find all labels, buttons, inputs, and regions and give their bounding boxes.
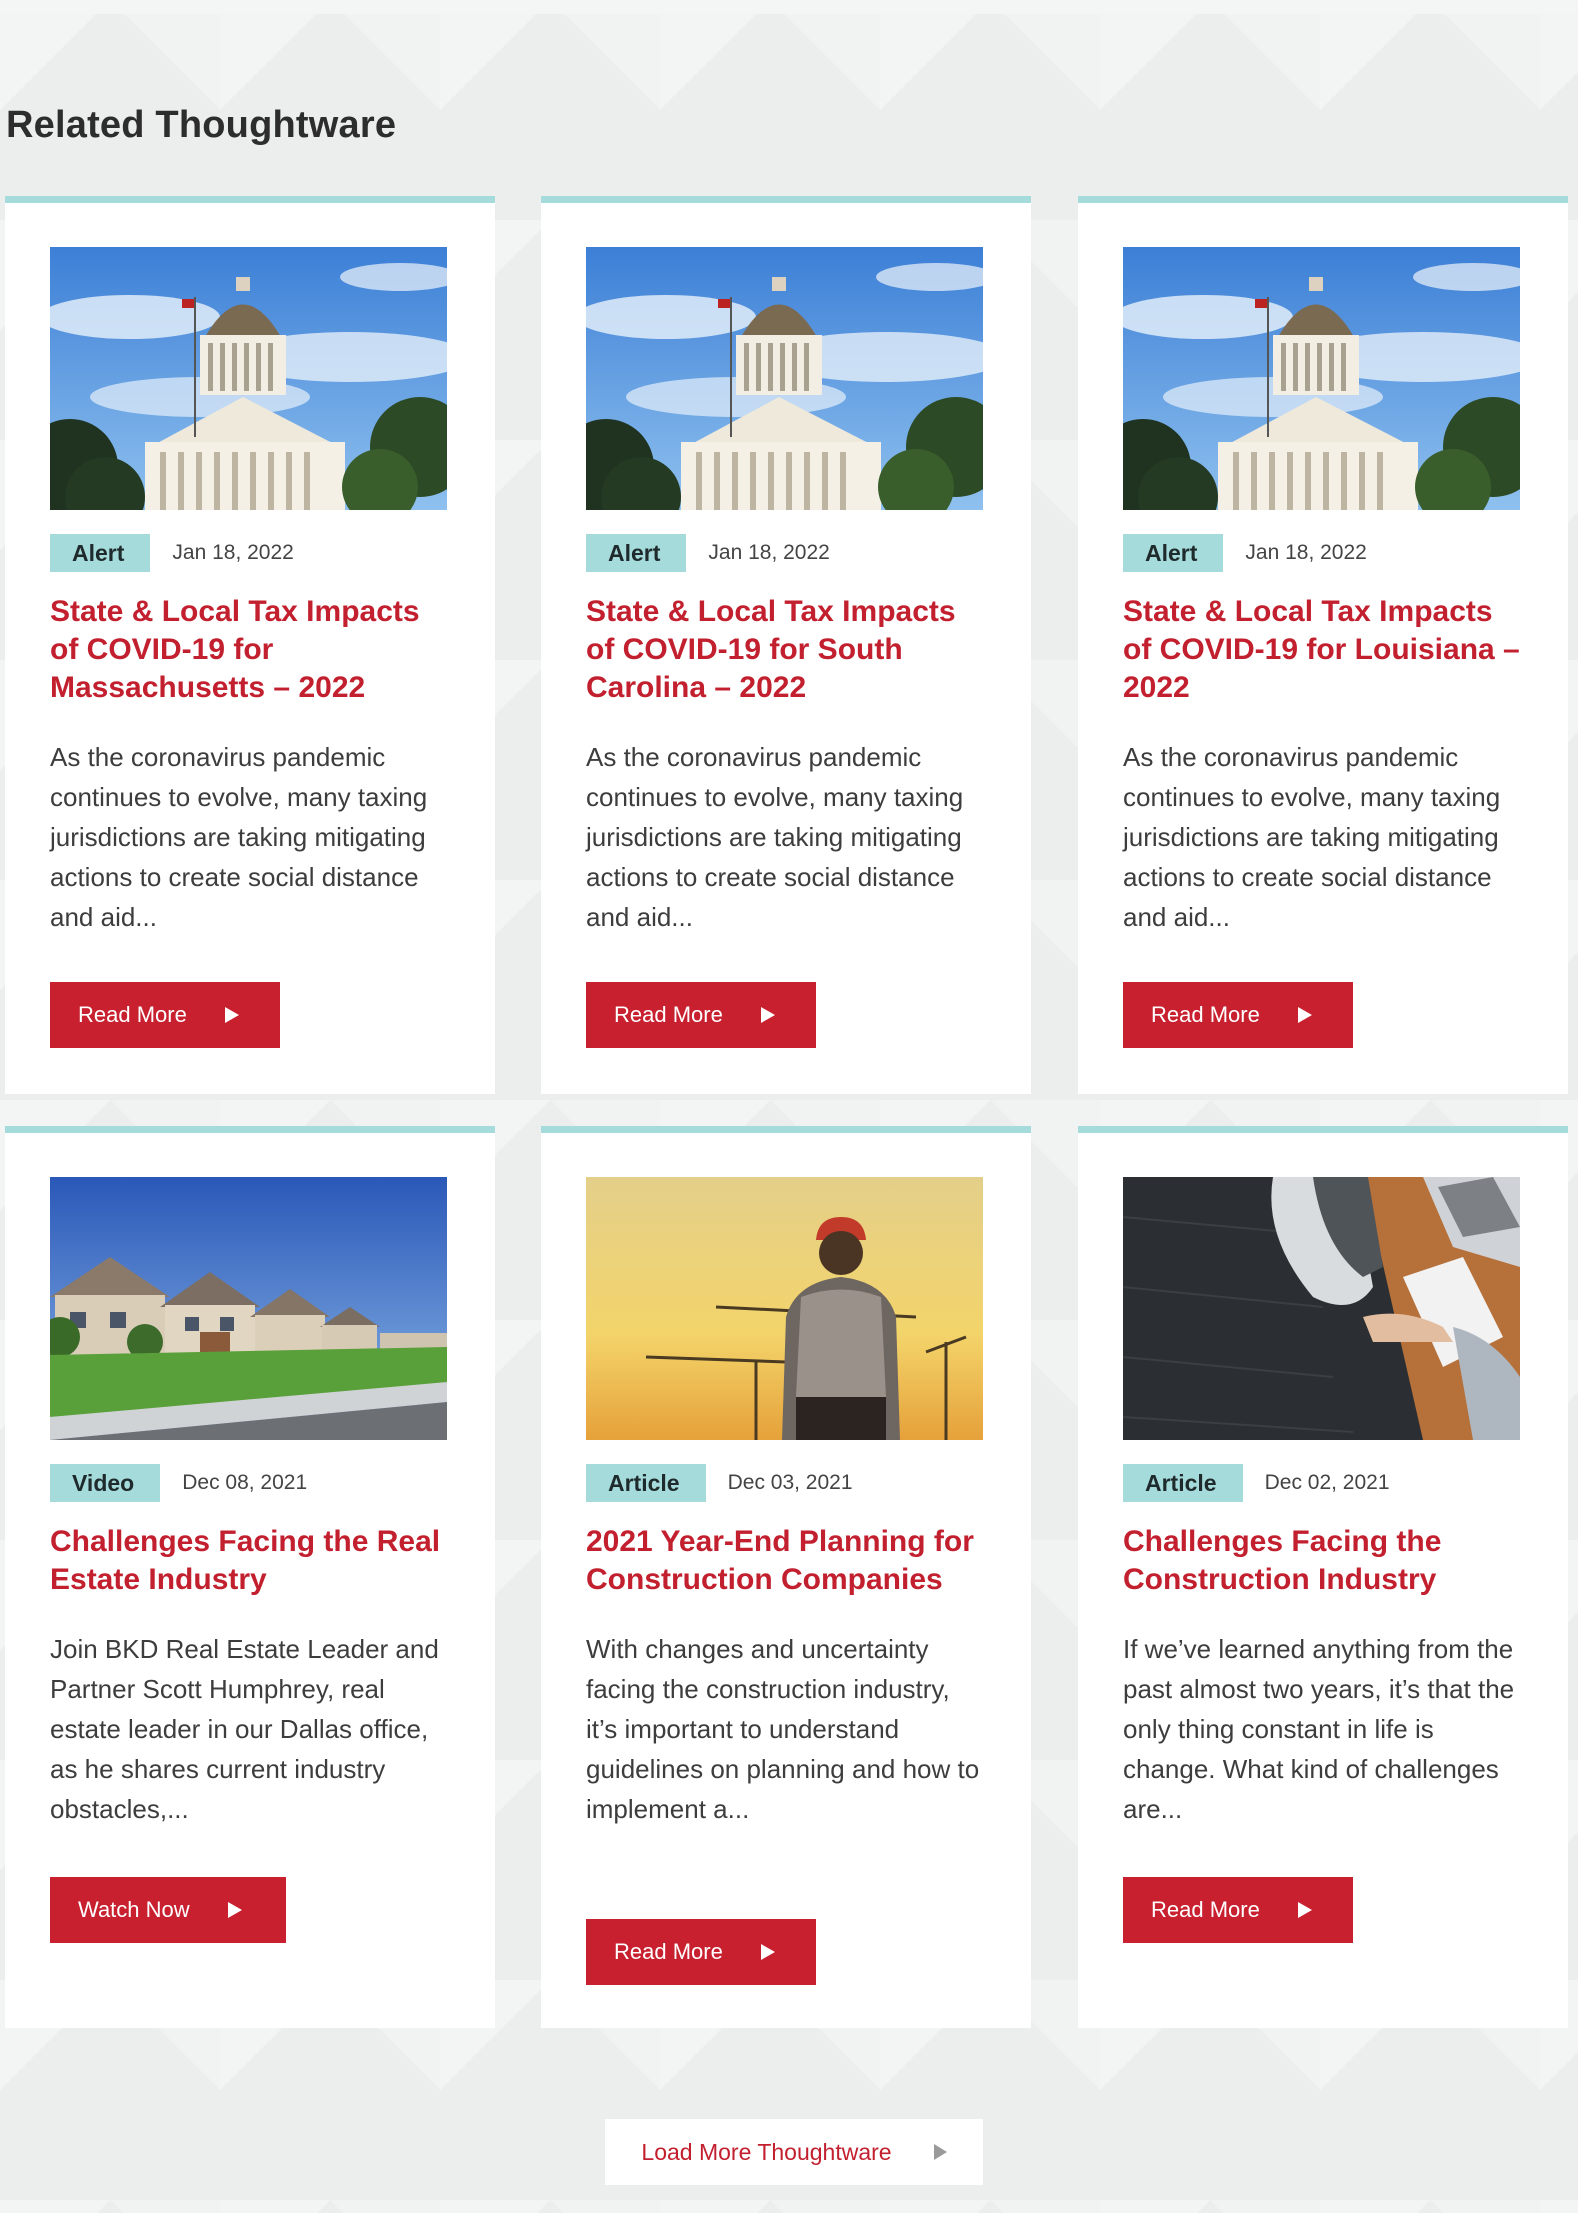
play-arrow-icon xyxy=(760,1007,775,1023)
button-label: Read More xyxy=(1151,1897,1260,1922)
load-more-label: Load More Thoughtware xyxy=(641,2138,892,2165)
publish-date: Dec 03, 2021 xyxy=(727,1471,853,1494)
button-label: Read More xyxy=(1151,1002,1260,1027)
publish-date: Jan 18, 2022 xyxy=(1245,541,1367,564)
play-arrow-icon xyxy=(224,1007,239,1023)
card-description: Join BKD Real Estate Leader and Partner … xyxy=(50,1634,439,1824)
capitol-photo[interactable] xyxy=(50,247,447,510)
read-more-button[interactable]: Read More xyxy=(50,982,280,1048)
category-badge: Article xyxy=(1123,1464,1243,1502)
construction-worker-photo[interactable] xyxy=(586,1177,983,1440)
play-arrow-icon xyxy=(933,2144,947,2160)
card-title-link[interactable]: Challenges Facing the Construction Indus… xyxy=(1123,1523,1523,1599)
play-arrow-icon xyxy=(1297,1902,1312,1918)
card-title-link[interactable]: State & Local Tax Impacts of COVID-19 fo… xyxy=(586,593,986,707)
publish-date: Jan 18, 2022 xyxy=(172,541,294,564)
capitol-photo[interactable] xyxy=(586,247,983,510)
category-badge: Article xyxy=(586,1464,706,1502)
card-description: As the coronavirus pandemic continues to… xyxy=(50,742,428,932)
card-description: If we’ve learned anything from the past … xyxy=(1123,1634,1515,1824)
read-more-button[interactable]: Read More xyxy=(586,1919,816,1985)
button-label: Read More xyxy=(614,1939,723,1964)
category-badge: Alert xyxy=(1123,534,1224,572)
card-meta: Video Dec 08, 2021 xyxy=(50,1464,307,1502)
thoughtware-card[interactable]: Video Dec 08, 2021 Challenges Facing the… xyxy=(5,1126,495,2028)
publish-date: Jan 18, 2022 xyxy=(708,541,830,564)
card-title-link[interactable]: Challenges Facing the Real Estate Indust… xyxy=(50,1523,450,1599)
thoughtware-card[interactable]: Article Dec 03, 2021 2021 Year-End Plann… xyxy=(541,1126,1031,2028)
play-arrow-icon xyxy=(760,1944,775,1960)
top-strip xyxy=(0,0,1578,14)
thoughtware-card[interactable]: Alert Jan 18, 2022 State & Local Tax Imp… xyxy=(1078,196,1568,1094)
thoughtware-card[interactable]: Alert Jan 18, 2022 State & Local Tax Imp… xyxy=(541,196,1031,1094)
section-title: Related Thoughtware xyxy=(6,104,397,146)
card-title-link[interactable]: State & Local Tax Impacts of COVID-19 fo… xyxy=(50,593,450,707)
category-badge: Video xyxy=(50,1464,161,1502)
button-label: Watch Now xyxy=(78,1897,190,1922)
card-meta: Alert Jan 18, 2022 xyxy=(586,534,830,572)
publish-date: Dec 02, 2021 xyxy=(1264,1471,1390,1494)
capitol-photo[interactable] xyxy=(1123,247,1520,510)
card-description: As the coronavirus pandemic continues to… xyxy=(586,742,964,932)
read-more-button[interactable]: Read More xyxy=(586,982,816,1048)
play-arrow-icon xyxy=(227,1902,242,1918)
category-badge: Alert xyxy=(50,534,151,572)
category-badge: Alert xyxy=(586,534,687,572)
card-description: With changes and uncertainty facing the … xyxy=(586,1634,980,1824)
thoughtware-card[interactable]: Article Dec 02, 2021 Challenges Facing t… xyxy=(1078,1126,1568,2028)
card-meta: Alert Jan 18, 2022 xyxy=(1123,534,1367,572)
read-more-button[interactable]: Read More xyxy=(1123,1877,1353,1943)
card-meta: Article Dec 03, 2021 xyxy=(586,1464,853,1502)
button-label: Read More xyxy=(614,1002,723,1027)
handshake-photo[interactable] xyxy=(1123,1177,1520,1440)
load-more-button[interactable]: Load More Thoughtware xyxy=(605,2119,983,2185)
play-arrow-icon xyxy=(1297,1007,1312,1023)
watch-now-button[interactable]: Watch Now xyxy=(50,1877,286,1943)
card-meta: Alert Jan 18, 2022 xyxy=(50,534,294,572)
card-title-link[interactable]: 2021 Year-End Planning for Construction … xyxy=(586,1523,986,1599)
card-meta: Article Dec 02, 2021 xyxy=(1123,1464,1390,1502)
publish-date: Dec 08, 2021 xyxy=(182,1471,308,1494)
card-description: As the coronavirus pandemic continues to… xyxy=(1123,742,1501,932)
button-label: Read More xyxy=(78,1002,187,1027)
card-title-link[interactable]: State & Local Tax Impacts of COVID-19 fo… xyxy=(1123,593,1523,707)
read-more-button[interactable]: Read More xyxy=(1123,982,1353,1048)
thoughtware-card[interactable]: Alert Jan 18, 2022 State & Local Tax Imp… xyxy=(5,196,495,1094)
houses-photo[interactable] xyxy=(50,1177,447,1440)
